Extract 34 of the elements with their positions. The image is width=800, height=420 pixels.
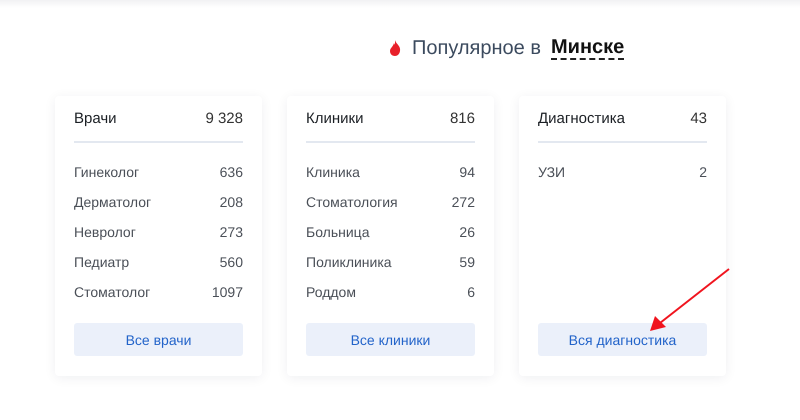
flame-icon <box>388 39 402 57</box>
card-count: 816 <box>450 110 475 127</box>
category-link[interactable]: Стоматология <box>306 194 398 210</box>
category-count: 2 <box>699 164 707 180</box>
category-link[interactable]: Больница <box>306 224 370 240</box>
section-title: Популярное в <box>412 36 541 60</box>
category-link[interactable]: Клиника <box>306 164 360 180</box>
category-count: 272 <box>452 194 475 210</box>
category-count: 273 <box>220 224 243 240</box>
view-all-button[interactable]: Вся диагностика <box>538 323 707 356</box>
card-title: Клиники <box>306 110 364 127</box>
card-title: Врачи <box>74 110 117 127</box>
view-all-button[interactable]: Все врачи <box>74 323 243 356</box>
category-count: 94 <box>459 164 475 180</box>
category-count: 636 <box>220 164 243 180</box>
city-link[interactable]: Минске <box>550 36 624 60</box>
category-link[interactable]: Стоматолог <box>74 284 150 300</box>
card-count: 43 <box>690 110 707 127</box>
category-count: 1097 <box>212 284 243 300</box>
card-title: Диагностика <box>538 110 625 127</box>
card-count: 9 328 <box>205 110 243 127</box>
category-link[interactable]: Педиатр <box>74 254 130 270</box>
category-link[interactable]: Гинеколог <box>74 164 140 180</box>
category-count: 560 <box>220 254 243 270</box>
category-count: 208 <box>220 194 243 210</box>
category-link[interactable]: Невролог <box>74 224 136 240</box>
category-count: 26 <box>459 224 475 240</box>
category-link[interactable]: Роддом <box>306 284 356 300</box>
category-count: 6 <box>467 284 475 300</box>
category-link[interactable]: УЗИ <box>538 164 566 180</box>
category-count: 59 <box>459 254 475 270</box>
category-link[interactable]: Дерматолог <box>74 194 152 210</box>
view-all-button[interactable]: Все клиники <box>306 323 475 356</box>
category-link[interactable]: Поликлиника <box>306 254 392 270</box>
